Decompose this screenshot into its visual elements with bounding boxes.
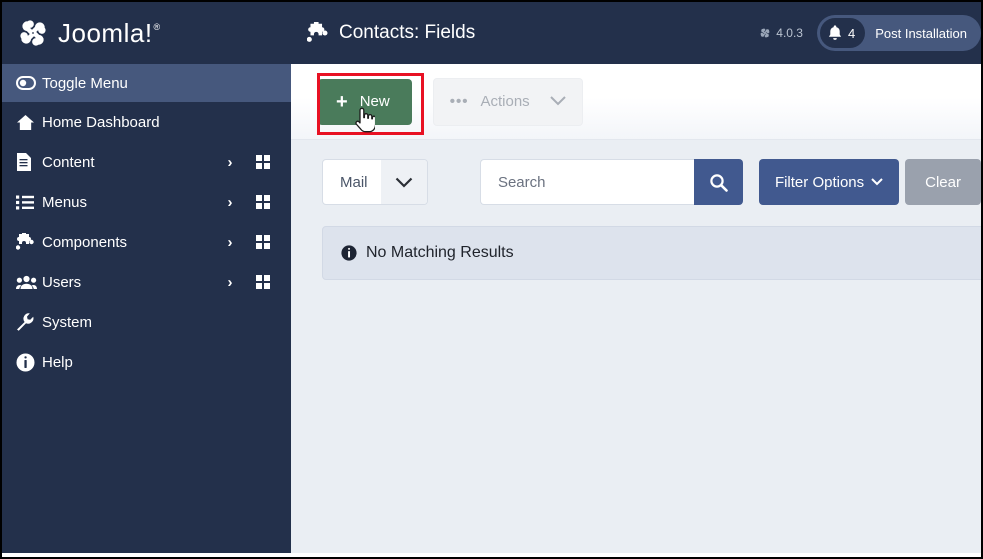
sidebar-item-system[interactable]: System [2,302,291,342]
search-group [479,159,743,205]
plus-icon: + [336,90,348,113]
toggle-icon [16,76,42,90]
puzzle-icon [16,233,42,251]
clear-button[interactable]: Clear [905,159,981,205]
post-installation-notifications[interactable]: 4 Post Installation [816,15,981,51]
sidebar-item-users[interactable]: Users › [2,262,291,302]
filter-bar: Mail Filter Options [291,140,981,206]
users-icon [16,275,42,290]
toolbar: + New ••• Actions [291,64,981,140]
header-right-area: 4.0.3 4 Post Installation [759,2,981,64]
puzzle-icon [307,22,328,42]
clear-button-label: Clear [925,173,961,191]
chevron-right-icon[interactable]: › [215,234,245,251]
wrench-icon [16,313,42,331]
page-header: Contacts: Fields 4.0.3 4 Post Installati… [291,2,981,64]
chevron-right-icon[interactable]: › [215,274,245,291]
page-title: Contacts: Fields [339,22,476,43]
alert-message: No Matching Results [366,244,514,261]
filter-options-label: Filter Options [774,173,865,191]
search-button[interactable] [693,159,743,205]
sidebar-item-label: Menus [42,193,88,211]
notification-count: 4 [847,25,856,41]
main-column: Contacts: Fields 4.0.3 4 Post Installati… [291,2,981,557]
grid-icon[interactable] [245,195,281,209]
search-input[interactable] [479,159,694,205]
magnifier-icon [710,173,728,192]
bell-icon [828,25,842,40]
new-button[interactable]: + New [318,78,412,125]
actions-button-label: Actions [480,93,530,110]
actions-button[interactable]: ••• Actions [432,77,583,126]
filter-options-button[interactable]: Filter Options [758,159,900,205]
joomla-logo-icon [20,20,46,46]
no-results-alert: No Matching Results [322,226,981,280]
sidebar-item-label: Content [42,153,95,171]
notification-badge[interactable]: 4 [819,18,866,48]
bottom-edge [2,553,981,557]
chevron-down-icon [871,175,883,189]
grid-icon[interactable] [245,235,281,249]
sidebar-item-label: Users [42,273,82,291]
chevron-down-icon[interactable] [380,160,427,204]
sidebar-item-label: Help [42,353,73,371]
sidebar-item-components[interactable]: Components › [2,222,291,262]
sidebar-item-label: System [42,313,93,331]
grid-icon[interactable] [245,155,281,169]
chevron-right-icon[interactable]: › [215,154,245,171]
select-value: Mail [340,173,368,191]
sidebar-item-home-dashboard[interactable]: Home Dashboard [2,102,291,142]
joomla-version: 4.0.3 [759,26,803,40]
sidebar-item-label: Home Dashboard [42,113,160,131]
grid-icon[interactable] [245,275,281,289]
brand-logo-area[interactable]: Joomla!® [2,2,291,64]
joomla-admin-screen: Joomla!® Toggle Menu Home Dashboard Cont… [0,0,983,559]
sidebar-item-label: Components [42,233,128,251]
info-circle-icon [341,245,357,261]
field-group-select[interactable]: Mail [322,159,428,205]
brand-name: Joomla!® [58,17,161,48]
chevron-right-icon[interactable]: › [215,194,245,211]
sidebar-item-help[interactable]: Help [2,342,291,382]
notification-label: Post Installation [875,25,967,41]
new-button-label: New [359,93,390,110]
version-number: 4.0.3 [776,26,803,40]
sidebar-item-label: Toggle Menu [42,74,128,92]
registered-mark: ® [153,21,161,32]
info-circle-icon [16,353,42,372]
sidebar-item-toggle-menu[interactable]: Toggle Menu [2,64,291,102]
sidebar: Joomla!® Toggle Menu Home Dashboard Cont… [2,2,291,557]
sidebar-item-content[interactable]: Content › [2,142,291,182]
sidebar-item-menus[interactable]: Menus › [2,182,291,222]
document-icon [16,153,42,171]
ellipsis-icon: ••• [449,93,469,110]
joomla-mark-icon [760,28,770,38]
home-icon [16,114,42,131]
chevron-down-icon [549,94,566,109]
list-icon [16,195,42,210]
